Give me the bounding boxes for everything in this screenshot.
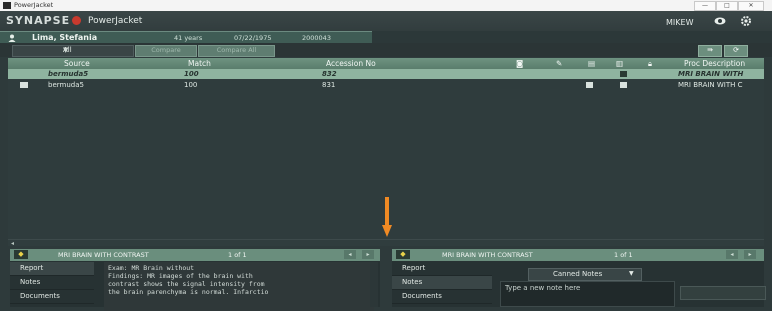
prev-button[interactable]: ◂ [344, 250, 356, 259]
findings-line: Findings: MR images of the brain with [108, 272, 253, 280]
edit-icon[interactable]: ✎ [556, 59, 562, 68]
gear-icon[interactable] [741, 16, 751, 26]
patient-age: 41 years [174, 34, 203, 42]
new-note-input[interactable]: Type a new note here [500, 281, 675, 307]
patient-dob: 07/22/1975 [234, 34, 272, 42]
column-match[interactable]: Match [188, 59, 211, 68]
minimize-button[interactable]: — [694, 1, 716, 11]
sidebar-item-notes[interactable]: Notes [10, 276, 94, 290]
person-icon [8, 34, 16, 42]
report-icon[interactable]: ▥ [616, 59, 623, 68]
export-button[interactable]: ⇛ [698, 45, 722, 57]
table-row[interactable]: bermuda5 100 831 MRI BRAIN WITH C [8, 80, 764, 90]
left-pane-sidebar: Report Notes Documents [10, 262, 94, 307]
findings-line: Exam: MR Brain without [108, 264, 195, 272]
chevron-down-icon: ▼ [629, 270, 634, 277]
patient-name: Lima, Stefania [32, 33, 98, 42]
cell-proc: MRI BRAIN WITH [678, 70, 744, 78]
chevron-down-icon: ▼ [63, 46, 69, 54]
findings-line: contrast shows the signal intensity from [108, 280, 265, 288]
left-pane-header: ◆ MRI BRAIN WITH CONTRAST 1 of 1 ◂ ▸ [10, 249, 380, 261]
next-button[interactable]: ▸ [362, 250, 374, 259]
star-icon[interactable]: ◆ [396, 250, 410, 259]
horizontal-scrollbar[interactable]: ◂ [8, 239, 764, 247]
canned-notes-dropdown[interactable]: Canned Notes ▼ [528, 268, 642, 281]
sidebar-item-report[interactable]: Report [392, 262, 492, 276]
app-icon [3, 2, 11, 9]
grid-header: Source Match Accession No ◙ ✎ ▤ ▥ 🔒︎ Pro… [8, 58, 764, 69]
right-pane-sidebar: Report Notes Documents [392, 262, 492, 307]
cell-accession: 831 [322, 81, 336, 89]
patient-id: 2000043 [302, 34, 331, 42]
canned-notes-label: Canned Notes [553, 270, 603, 278]
eye-icon[interactable] [714, 16, 726, 26]
cell-proc: MRI BRAIN WITH C [678, 81, 743, 89]
report-icon[interactable] [620, 82, 627, 88]
column-source[interactable]: Source [64, 59, 90, 68]
prev-button[interactable]: ◂ [726, 250, 738, 259]
star-icon[interactable]: ◆ [14, 250, 28, 259]
compare-all-button[interactable]: Compare All [198, 45, 275, 57]
cell-match: 100 [184, 81, 198, 89]
report-icon[interactable] [620, 71, 627, 77]
sidebar-item-report[interactable]: Report [10, 262, 94, 276]
app-name: PowerJacket [88, 16, 143, 26]
maximize-button[interactable]: □ [716, 1, 738, 11]
new-note-placeholder: Type a new note here [505, 284, 581, 292]
column-proc-description[interactable]: Proc Description [684, 59, 745, 68]
arrow-down-icon [382, 197, 392, 237]
cell-match: 100 [184, 70, 199, 78]
sidebar-item-documents[interactable]: Documents [10, 290, 94, 304]
compare-button[interactable]: Compare [135, 45, 197, 57]
document-icon[interactable]: ▤ [588, 59, 595, 68]
document-icon[interactable] [586, 82, 593, 88]
vertical-scrollbar[interactable] [370, 262, 378, 307]
left-pane-counter: 1 of 1 [228, 251, 247, 259]
lock-icon[interactable]: 🔒︎ [648, 59, 652, 69]
findings-line: the brain parenchyma is normal. Infarcti… [108, 288, 269, 296]
table-row[interactable]: bermuda5 100 832 MRI BRAIN WITH [8, 69, 764, 79]
close-button[interactable]: ✕ [738, 1, 764, 11]
sidebar-item-documents[interactable]: Documents [392, 290, 492, 304]
monitor-icon [20, 82, 28, 88]
left-pane-title: MRI BRAIN WITH CONTRAST [58, 251, 149, 259]
synapse-logo: SYNAPSE [6, 14, 71, 27]
logo-mark-icon [72, 16, 81, 25]
findings-text[interactable]: Exam: MR Brain without Findings: MR image… [104, 262, 374, 311]
right-pane-title: MRI BRAIN WITH CONTRAST [442, 251, 533, 259]
user-name[interactable]: MIKEW [666, 18, 693, 27]
app-header: SYNAPSE PowerJacket MIKEW [0, 11, 772, 31]
refresh-button[interactable]: ⟳ [724, 45, 748, 57]
scroll-left-icon[interactable]: ◂ [11, 240, 14, 247]
right-pane-header: ◆ MRI BRAIN WITH CONTRAST 1 of 1 ◂ ▸ [392, 249, 764, 261]
camera-icon[interactable]: ◙ [516, 59, 523, 68]
next-button[interactable]: ▸ [744, 250, 756, 259]
patient-banner: Lima, Stefania 41 years 07/22/1975 20000… [0, 31, 772, 44]
cell-source: bermuda5 [48, 70, 89, 78]
save-note-button[interactable] [680, 286, 766, 300]
cell-source: bermuda5 [48, 81, 84, 89]
cell-accession: 832 [322, 70, 337, 78]
left-report-pane: ◆ MRI BRAIN WITH CONTRAST 1 of 1 ◂ ▸ Rep… [10, 249, 380, 311]
column-accession[interactable]: Accession No [326, 59, 376, 68]
toolbar: All ▼ Compare Compare All ⇛ ⟳ [0, 43, 772, 57]
os-title-bar: PowerJacket — □ ✕ [0, 0, 772, 11]
window-title: PowerJacket [14, 1, 54, 9]
filter-dropdown[interactable]: All ▼ [12, 45, 134, 57]
right-pane-counter: 1 of 1 [614, 251, 633, 259]
sidebar-item-notes[interactable]: Notes [392, 276, 492, 290]
